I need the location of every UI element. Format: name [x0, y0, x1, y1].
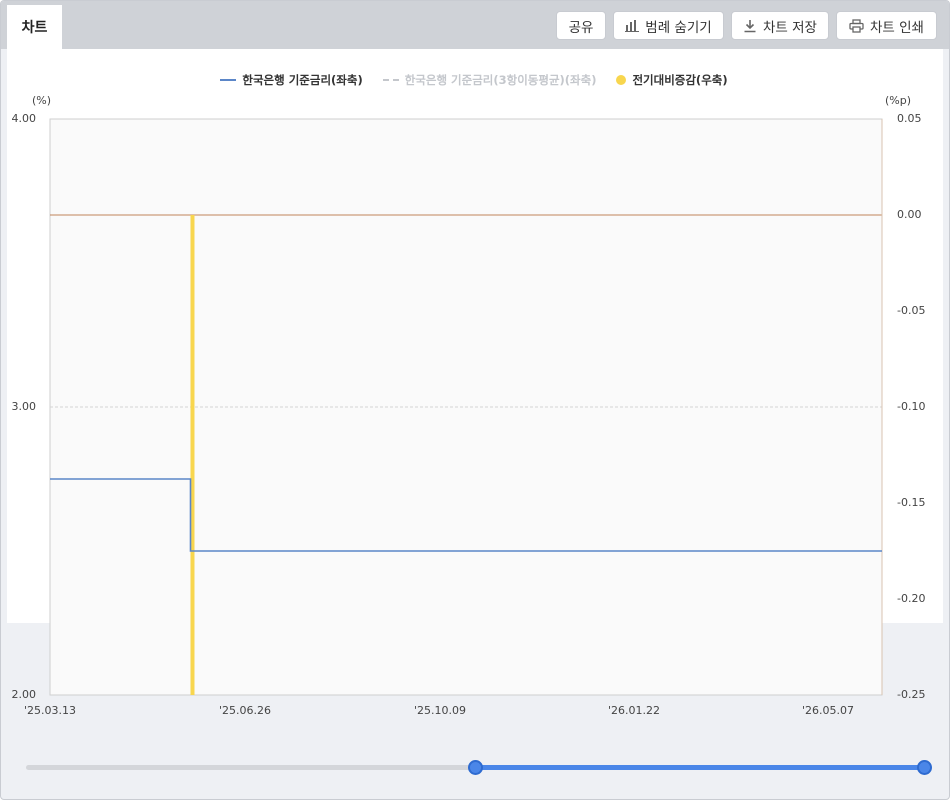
x-tick-label: '25.03.13 — [23, 704, 77, 717]
right-tick-label: -0.15 — [897, 496, 926, 509]
right-tick-label: -0.25 — [897, 688, 926, 701]
x-tick-label: '25.06.26 — [218, 704, 272, 717]
left-tick-label: 4.00 — [11, 112, 37, 125]
change-bar — [190, 215, 195, 695]
x-tick-label: '26.05.07 — [801, 704, 855, 717]
left-tick-label: 2.00 — [11, 688, 37, 701]
right-tick-label: -0.20 — [897, 592, 926, 605]
right-tick-label: 0.05 — [897, 112, 922, 125]
range-slider-end-handle[interactable] — [917, 760, 932, 775]
chart-plot — [49, 118, 883, 696]
x-tick-label: '26.01.22 — [607, 704, 661, 717]
left-tick-label: 3.00 — [11, 400, 37, 413]
right-tick-label: 0.00 — [897, 208, 922, 221]
range-slider-selection[interactable] — [475, 765, 924, 770]
range-slider-start-handle[interactable] — [468, 760, 483, 775]
x-tick-label: '25.10.09 — [413, 704, 467, 717]
right-tick-label: -0.10 — [897, 400, 926, 413]
right-tick-label: -0.05 — [897, 304, 926, 317]
